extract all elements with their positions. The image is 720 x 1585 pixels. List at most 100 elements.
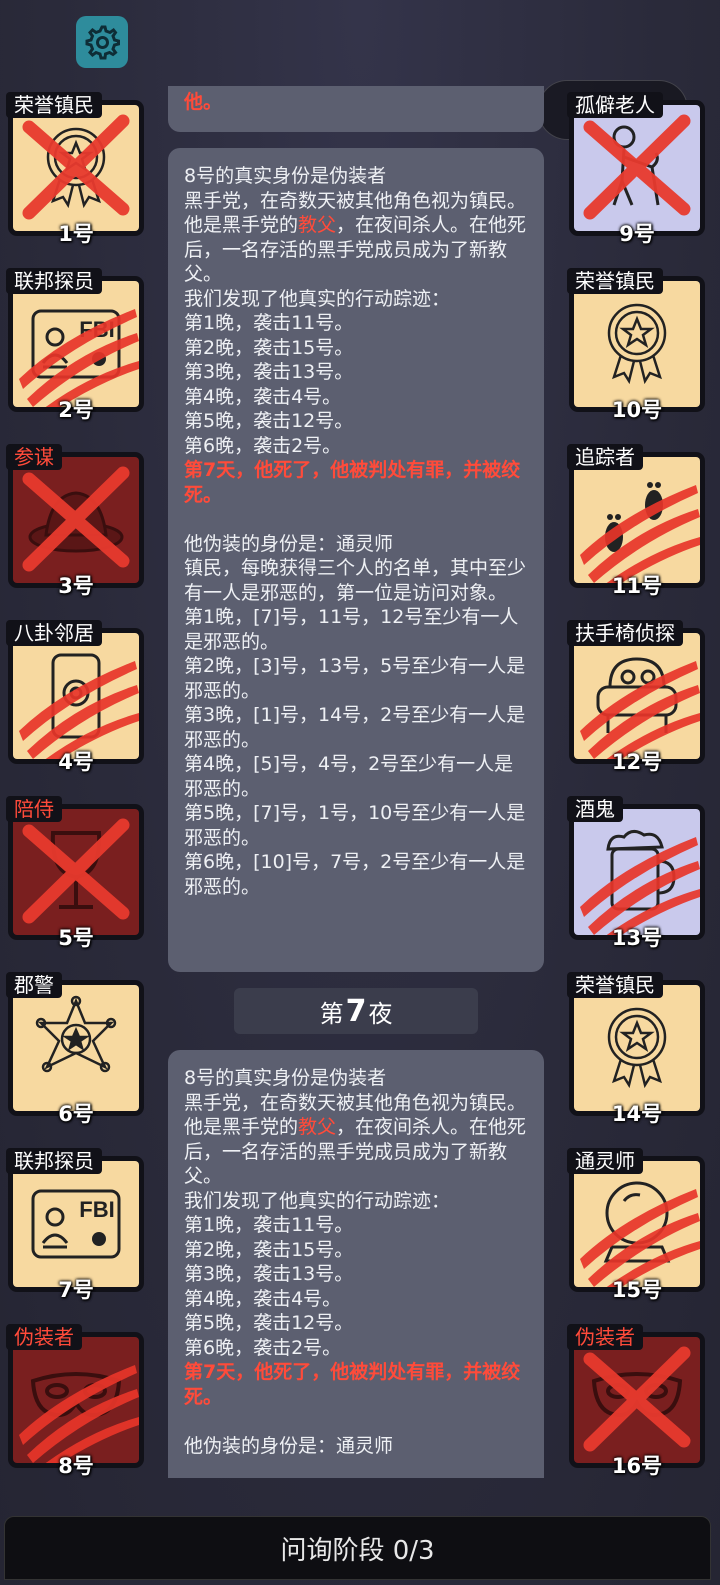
player-portrait — [13, 105, 139, 231]
player-number: 7号 — [58, 1278, 94, 1302]
player-card-frame — [8, 628, 144, 764]
player-card-frame — [8, 1332, 144, 1468]
claw-mark-icon — [580, 1189, 700, 1287]
phase-bar[interactable]: 问询阶段 0/3 — [4, 1516, 711, 1580]
log-scroll-area[interactable]: 他。 8号的真实身份是伪装者 黑手党，在奇数天被其他角色视为镇民。 他是黑手党的… — [158, 86, 562, 1478]
player-portrait — [13, 985, 139, 1111]
log-message: 8号的真实身份是伪装者 黑手党，在奇数天被其他角色视为镇民。 他是黑手党的教父，… — [168, 148, 544, 972]
log-action: 第5晚，袭击12号。 — [184, 1312, 354, 1334]
log-claim: 第6晚，[10]号，7号，2号至少有一人是邪恶的。 — [184, 851, 526, 898]
player-card[interactable]: 陪侍 5号 — [6, 796, 144, 950]
player-portrait — [13, 1337, 139, 1463]
player-portrait — [574, 105, 700, 231]
log-action: 第1晚，袭击11号。 — [184, 1214, 354, 1236]
log-trace-intro: 我们发现了他真实的行动踪迹： — [184, 287, 451, 310]
player-number: 8号 — [58, 1454, 94, 1478]
player-portrait — [574, 1161, 700, 1287]
log-trace-intro: 我们发现了他真实的行动踪迹： — [184, 1189, 451, 1212]
player-portrait: FBI — [13, 1161, 139, 1287]
player-card[interactable]: 孤僻老人 9号 — [567, 92, 705, 246]
log-disguise-intro: 他伪装的身份是：通灵师 — [184, 1434, 394, 1457]
fbi-badge-icon: FBI — [31, 1189, 121, 1259]
player-role-label: 荣誉镇民 — [6, 92, 102, 118]
log-claim: 第2晚，[3]号，13号，5号至少有一人是邪恶的。 — [184, 655, 526, 702]
player-role-label: 荣誉镇民 — [567, 268, 663, 294]
player-card[interactable]: 追踪者 11号 — [567, 444, 705, 598]
player-card-frame — [569, 980, 705, 1116]
player-role-label: 伪装者 — [6, 1324, 82, 1350]
log-faction-line: 黑手党，在奇数天被其他角色视为镇民。 — [184, 1091, 527, 1114]
log-action: 第6晚，袭击2号。 — [184, 434, 342, 457]
log-identity-line: 8号的真实身份是伪装者 — [184, 165, 387, 187]
log-claim: 第4晚，[5]号，4号，2号至少有一人是邪恶的。 — [184, 753, 514, 800]
player-card-frame — [569, 804, 705, 940]
player-role-label: 郡警 — [6, 972, 62, 998]
player-portrait — [13, 809, 139, 935]
player-portrait — [13, 457, 139, 583]
dead-x-mark-icon — [583, 1346, 691, 1452]
player-card[interactable]: 伪装者 16号 — [567, 1324, 705, 1478]
player-card-frame — [569, 452, 705, 588]
player-portrait — [574, 809, 700, 935]
player-role-label: 孤僻老人 — [567, 92, 663, 118]
player-card[interactable]: 伪装者 8号 — [6, 1324, 144, 1478]
player-card-frame — [8, 100, 144, 236]
player-role-label: 伪装者 — [567, 1324, 643, 1350]
log-claim: 第5晚，[7]号，1号，10号至少有一人是邪恶的。 — [184, 802, 526, 849]
log-action: 第3晚，袭击13号。 — [184, 361, 354, 383]
player-card[interactable]: 扶手椅侦探 12号 — [567, 620, 705, 774]
player-card[interactable]: 八卦邻居 4号 — [6, 620, 144, 774]
player-portrait — [574, 985, 700, 1111]
player-number: 4号 — [58, 750, 94, 774]
player-portrait: FBI — [13, 281, 139, 407]
player-number: 13号 — [611, 926, 663, 950]
svg-text:FBI: FBI — [79, 1197, 114, 1222]
claw-mark-icon — [580, 837, 700, 935]
log-action: 第1晚，袭击11号。 — [184, 312, 354, 334]
player-card[interactable]: 参谋 3号 — [6, 444, 144, 598]
player-card[interactable]: 通灵师 15号 — [567, 1148, 705, 1302]
player-card-frame: FBI — [8, 276, 144, 412]
player-portrait — [574, 633, 700, 759]
player-role-label: 联邦探员 — [6, 1148, 102, 1174]
log-action: 第2晚，袭击15号。 — [184, 336, 354, 359]
player-number: 6号 — [58, 1102, 94, 1126]
claw-mark-icon — [19, 1365, 139, 1463]
player-card[interactable]: FBI 联邦探员 7号 — [6, 1148, 144, 1302]
log-action: 第4晚，袭击4号。 — [184, 1287, 342, 1310]
player-portrait — [574, 457, 700, 583]
claw-mark-icon — [19, 661, 139, 759]
log-death-line: 第7天，他死了，他被判处有罪，并被绞死。 — [184, 1361, 521, 1408]
sheriff-star-icon — [35, 995, 117, 1073]
log-action: 第6晚，袭击2号。 — [184, 1336, 342, 1359]
phase-label: 问询阶段 0/3 — [280, 1535, 435, 1566]
log-death-line: 第7天，他死了，他被判处有罪，并被绞死。 — [184, 459, 521, 506]
player-role-label: 联邦探员 — [6, 268, 102, 294]
player-card[interactable]: 郡警 6号 — [6, 972, 144, 1126]
log-identity-line: 8号的真实身份是伪装者 — [184, 1067, 387, 1089]
player-card[interactable]: 酒鬼 13号 — [567, 796, 705, 950]
log-disguise-desc: 镇民，每晚获得三个人的名单，其中至少有一人是邪恶的，第一位是访问对象。 — [184, 557, 527, 604]
settings-button[interactable] — [76, 16, 128, 68]
gear-icon — [85, 25, 120, 60]
player-card[interactable]: 荣誉镇民 14号 — [567, 972, 705, 1126]
player-card-frame — [8, 452, 144, 588]
dead-x-mark-icon — [22, 818, 130, 924]
player-card-frame — [569, 100, 705, 236]
player-card-frame — [569, 1332, 705, 1468]
player-card[interactable]: 荣誉镇民 1号 — [6, 92, 144, 246]
player-role-label: 通灵师 — [567, 1148, 643, 1174]
log-claim: 第1晚，[7]号，11号，12号至少有一人是邪恶的。 — [184, 606, 519, 653]
player-portrait — [13, 633, 139, 759]
log-action: 第2晚，袭击15号。 — [184, 1238, 354, 1261]
player-number: 3号 — [58, 574, 94, 598]
dead-x-mark-icon — [583, 114, 691, 220]
player-card[interactable]: 荣誉镇民 10号 — [567, 268, 705, 422]
claw-mark-icon — [580, 661, 700, 759]
night-divider: 第7夜 — [234, 988, 478, 1034]
player-number: 1号 — [58, 222, 94, 246]
player-card-frame — [569, 1156, 705, 1292]
player-card-frame — [8, 804, 144, 940]
log-claim: 第3晚，[1]号，14号，2号至少有一人是邪恶的。 — [184, 704, 526, 751]
player-card[interactable]: FBI联邦探员 2号 — [6, 268, 144, 422]
